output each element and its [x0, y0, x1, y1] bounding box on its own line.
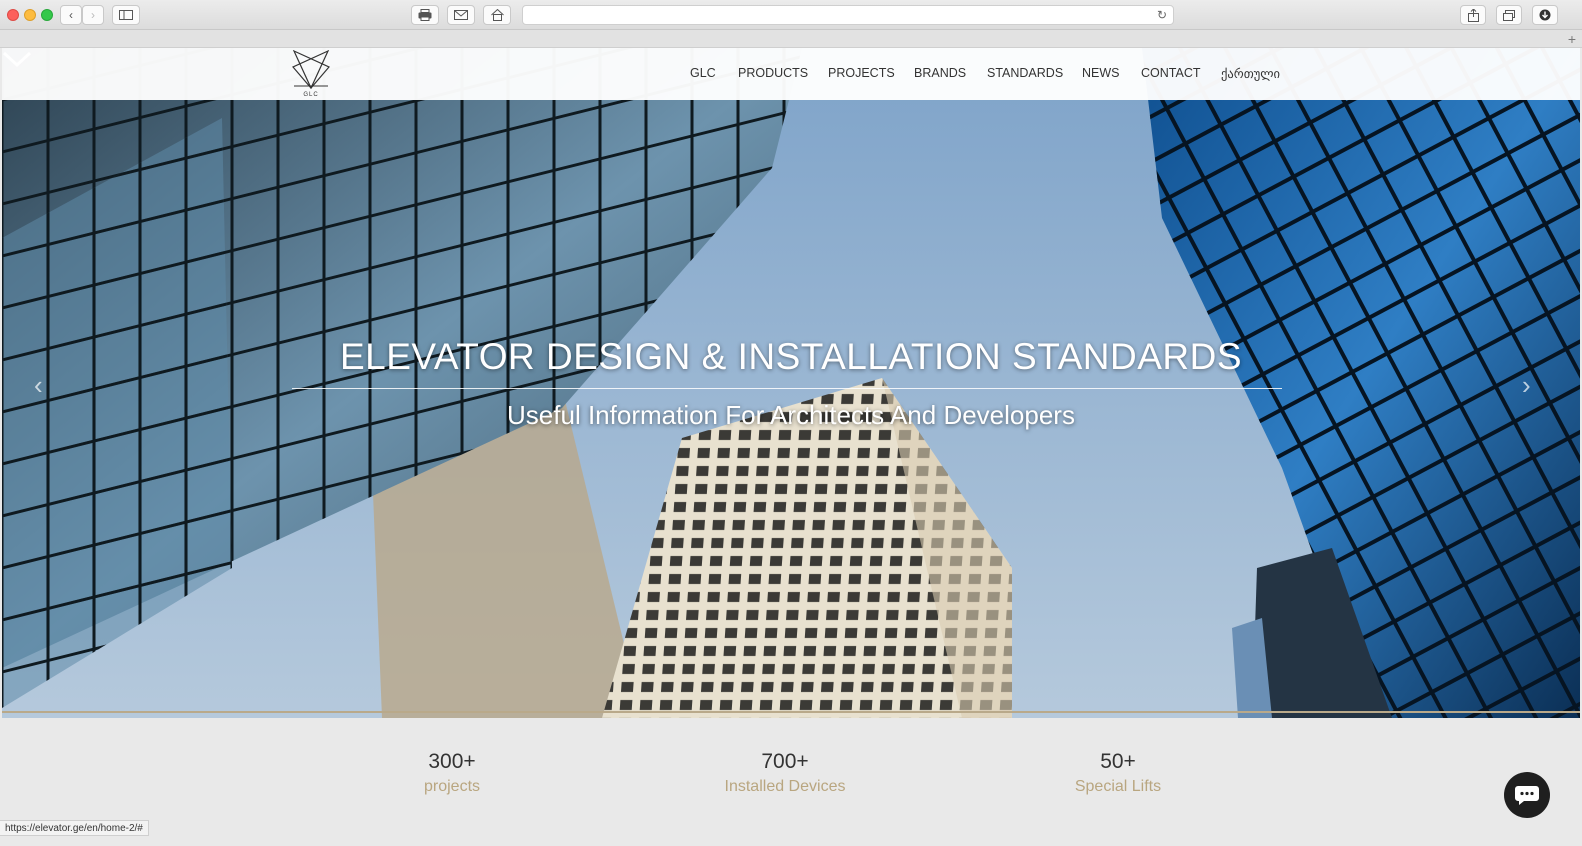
- mail-button[interactable]: [447, 5, 475, 25]
- chat-widget-button[interactable]: [1504, 772, 1550, 818]
- nav-item-language[interactable]: ქართული: [1221, 66, 1280, 81]
- stat-projects: 300+ projects: [352, 750, 552, 796]
- nav-item-glc[interactable]: GLC: [690, 66, 716, 80]
- logo-text: GLC: [303, 92, 319, 98]
- forward-button[interactable]: ›: [82, 5, 104, 25]
- close-window-button[interactable]: [7, 9, 19, 21]
- nav-item-contact[interactable]: CONTACT: [1141, 66, 1201, 80]
- scroll-down-chevron-icon[interactable]: [2, 48, 32, 70]
- main-navigation: GLC PRODUCTS PROJECTS BRANDS STANDARDS N…: [2, 66, 1580, 82]
- downloads-button[interactable]: [1532, 5, 1558, 25]
- stat-label: Special Lifts: [1074, 778, 1162, 795]
- hero-slider: GLC GLC PRODUCTS PROJECTS BRANDS STANDAR…: [2, 48, 1580, 718]
- back-button[interactable]: ‹: [60, 5, 82, 25]
- stat-value: 300+: [428, 750, 476, 773]
- browser-toolbar: ‹ › ↻: [0, 0, 1582, 30]
- share-icon: [1467, 8, 1479, 22]
- chevron-left-icon: ‹: [69, 8, 73, 22]
- reload-icon[interactable]: ↻: [1157, 8, 1167, 22]
- home-button[interactable]: [483, 5, 511, 25]
- nav-item-standards[interactable]: STANDARDS: [987, 66, 1063, 80]
- hero-bottom-border: [2, 711, 1580, 713]
- web-page: GLC GLC PRODUCTS PROJECTS BRANDS STANDAR…: [2, 48, 1580, 846]
- hero-background-image: [2, 48, 1580, 718]
- tab-strip: +: [0, 30, 1582, 48]
- address-bar[interactable]: ↻: [522, 5, 1174, 25]
- hero-subtitle: Useful Information For Architects And De…: [507, 400, 1075, 430]
- nav-item-products[interactable]: PRODUCTS: [738, 66, 808, 80]
- download-icon: [1539, 9, 1551, 21]
- stat-value: 50+: [1100, 750, 1136, 773]
- home-icon: [490, 9, 504, 21]
- hero-divider: [292, 388, 1282, 389]
- sidebar-icon: [119, 10, 133, 20]
- stat-label: Installed Devices: [724, 778, 846, 795]
- nav-item-projects[interactable]: PROJECTS: [828, 66, 895, 80]
- sidebar-toggle-button[interactable]: [112, 5, 140, 25]
- nav-item-news[interactable]: NEWS: [1082, 66, 1120, 80]
- stat-value: 700+: [761, 750, 809, 773]
- chevron-right-icon: ›: [91, 8, 95, 22]
- stat-label: projects: [423, 778, 481, 795]
- tabs-overview-button[interactable]: [1496, 5, 1522, 25]
- share-button[interactable]: [1460, 5, 1486, 25]
- printer-icon: [418, 9, 432, 21]
- site-header: GLC GLC PRODUCTS PROJECTS BRANDS STANDAR…: [2, 48, 1580, 100]
- minimize-window-button[interactable]: [24, 9, 36, 21]
- stat-installed-devices: 700+ Installed Devices: [685, 750, 885, 796]
- stat-special-lifts: 50+ Special Lifts: [1018, 750, 1218, 796]
- chat-bubble-icon: [1515, 786, 1539, 805]
- zoom-window-button[interactable]: [41, 9, 53, 21]
- envelope-icon: [454, 10, 468, 20]
- nav-item-brands[interactable]: BRANDS: [914, 66, 966, 80]
- browser-status-bar: https://elevator.ge/en/home-2/#: [0, 820, 149, 836]
- hero-title: ELEVATOR DESIGN & INSTALLATION STANDARDS: [339, 336, 1243, 377]
- new-tab-icon[interactable]: +: [1568, 31, 1576, 47]
- tabs-icon: [1503, 9, 1515, 21]
- print-button[interactable]: [411, 5, 439, 25]
